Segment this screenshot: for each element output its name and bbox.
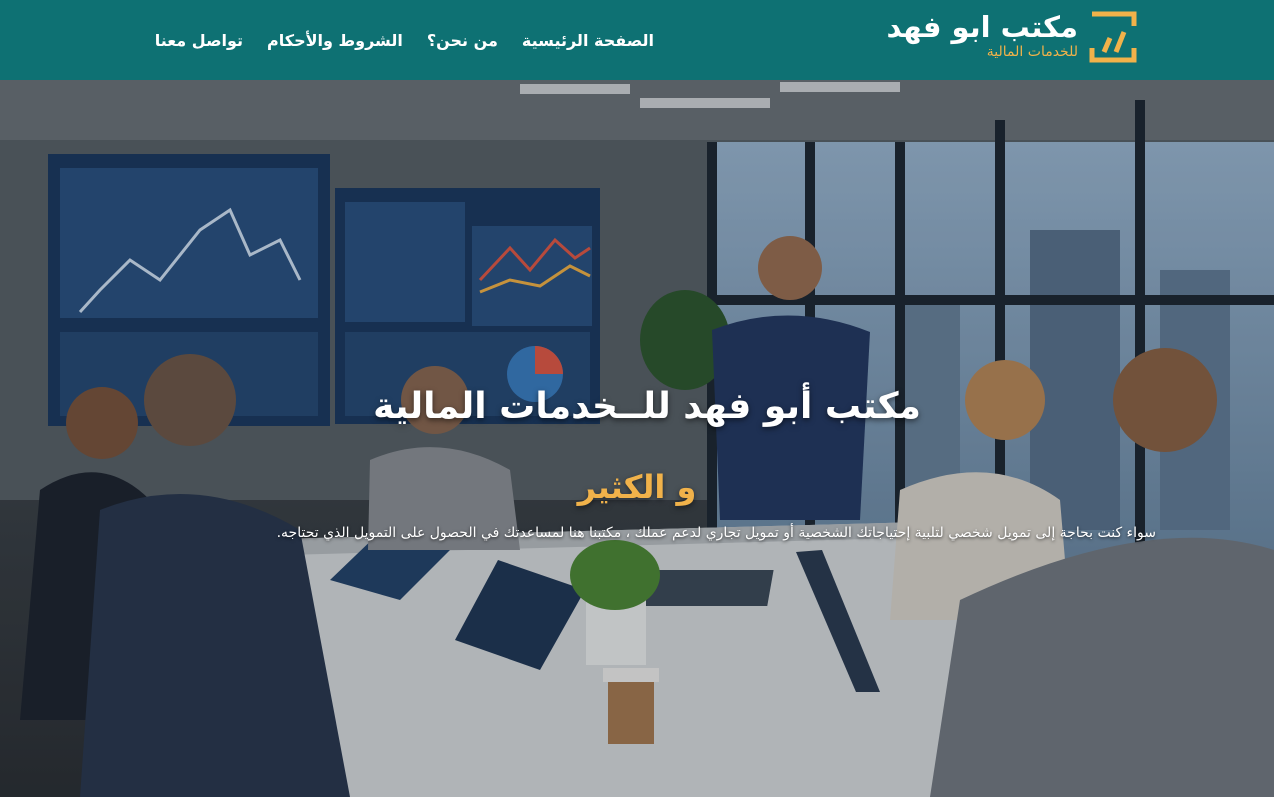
logo-subtitle: للخدمات المالية	[986, 44, 1078, 60]
hero-title: مكتب أبو فهد للــخدمات المالية	[373, 386, 921, 428]
nav-about[interactable]: من نحن؟	[427, 30, 498, 52]
nav-home[interactable]: الصفحة الرئيسية	[522, 30, 654, 52]
main-nav: الصفحة الرئيسية من نحن؟ الشروط والأحكام …	[155, 30, 654, 52]
logo-title: مكتب ابو فهد	[886, 10, 1078, 44]
chart-bars-icon	[1089, 11, 1137, 63]
nav-contact[interactable]: تواصل معنا	[155, 30, 243, 52]
site-logo[interactable]: مكتب ابو فهد للخدمات المالية	[887, 10, 1140, 64]
hero-section: مكتب أبو فهد للــخدمات المالية و الكثير …	[0, 80, 1274, 797]
site-header: مكتب ابو فهد للخدمات المالية الصفحة الرئ…	[0, 0, 1274, 80]
hero-overlay	[0, 80, 1274, 797]
nav-terms[interactable]: الشروط والأحكام	[267, 30, 403, 52]
hero-description: سواء كنت بحاجة إلى تمويل شخصي لتلبية إحت…	[276, 525, 1156, 541]
hero-subtitle: و الكثير	[577, 467, 697, 506]
